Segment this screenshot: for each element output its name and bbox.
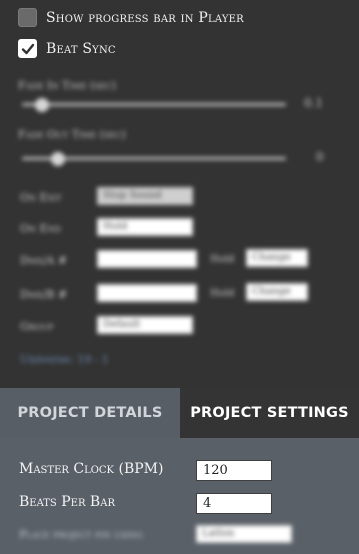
place-pin-select[interactable]: Latlon — [196, 525, 292, 543]
fade-in-slider-thumb[interactable] — [34, 98, 49, 112]
dmx-a-label: Dmx/A # — [20, 254, 68, 267]
beat-sync-row[interactable]: Beat Sync — [18, 39, 116, 58]
fade-in-value: 0.1 — [304, 96, 324, 110]
fade-out-label: Fade Out Time (sec) — [18, 128, 126, 141]
dmx-b-mini-label: Hold — [210, 288, 235, 299]
on-end-label: On End — [20, 222, 61, 235]
place-pin-label: Place project pin using — [19, 528, 143, 541]
tab-project-details[interactable]: PROJECT DETAILS — [0, 388, 181, 438]
tab-bar: PROJECT DETAILS PROJECT SETTINGS — [0, 388, 359, 438]
beat-sync-checkbox[interactable] — [18, 39, 37, 58]
tab-project-settings[interactable]: PROJECT SETTINGS — [180, 388, 359, 438]
fade-in-slider-track[interactable] — [22, 103, 286, 106]
master-clock-label: Master Clock (BPM) — [19, 461, 164, 477]
fade-out-slider-thumb[interactable] — [50, 152, 65, 166]
check-icon — [21, 43, 34, 54]
show-progress-bar-label: Show progress bar in Player — [46, 9, 244, 26]
dmx-b-input[interactable] — [97, 284, 197, 302]
beats-per-bar-label: Beats Per Bar — [19, 494, 115, 510]
fade-in-label: Fade In Time (sec) — [18, 79, 117, 92]
master-clock-input[interactable] — [196, 460, 272, 481]
on-exit-label: On Exit — [20, 191, 62, 204]
fade-out-value: 0 — [316, 150, 324, 164]
dmx-b-mini-select[interactable]: Change — [246, 283, 308, 301]
dmx-a-input[interactable] — [97, 250, 197, 268]
show-progress-bar-checkbox[interactable] — [18, 8, 37, 27]
beats-per-bar-input[interactable] — [196, 493, 272, 514]
dmx-a-mini-select[interactable]: Change — [246, 249, 308, 267]
group-select[interactable]: Default — [97, 316, 193, 334]
show-progress-bar-row[interactable]: Show progress bar in Player — [18, 8, 244, 27]
beat-sync-label: Beat Sync — [46, 40, 116, 57]
on-end-select[interactable]: Hold — [97, 218, 193, 236]
dmx-b-label: Dmx/B # — [20, 288, 68, 301]
group-label: Group — [20, 320, 54, 333]
dmx-a-mini-label: Hold — [210, 254, 235, 265]
project-settings-panel: Master Clock (BPM) Beats Per Bar Place p… — [0, 438, 359, 554]
on-exit-select[interactable]: Stop Sound — [97, 187, 193, 205]
settings-top-section: Show progress bar in Player Beat Sync Fa… — [0, 0, 359, 388]
universe-link[interactable]: Universe: 19 - 1 — [20, 353, 109, 366]
